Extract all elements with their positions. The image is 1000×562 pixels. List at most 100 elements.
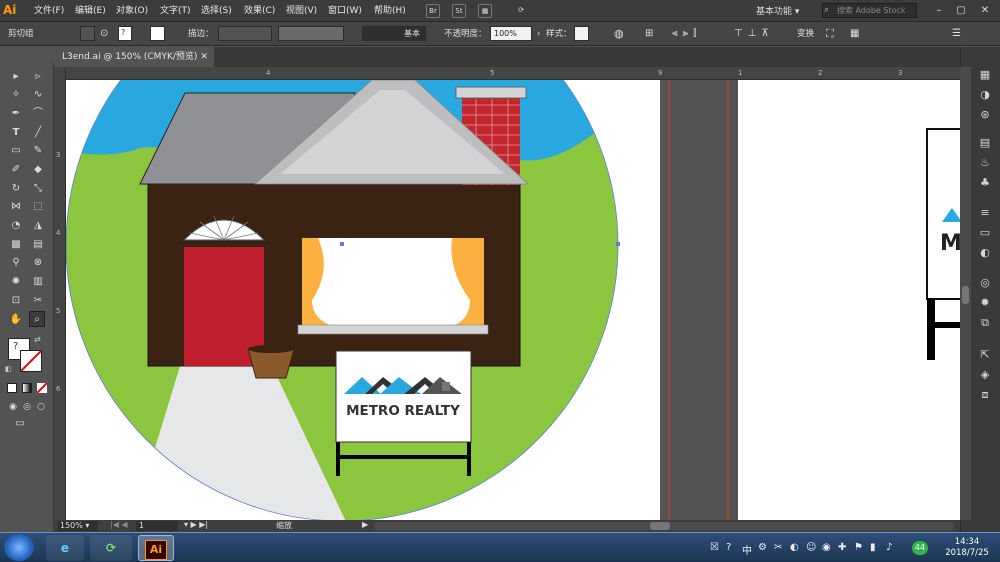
appearance-icon[interactable]: ⊛ — [976, 106, 994, 124]
horizontal-scroll-thumb[interactable] — [650, 522, 670, 530]
graphic-style-swatch[interactable] — [574, 26, 589, 41]
line-tool-icon[interactable]: ╱ — [30, 125, 46, 141]
menu-select[interactable]: 选择(S) — [201, 4, 232, 18]
tray-icon-security[interactable]: ☒ — [710, 542, 719, 553]
menu-object[interactable]: 对象(O) — [116, 4, 148, 18]
stock-search-input[interactable]: 搜索 Adobe Stock — [822, 3, 917, 18]
graphic-styles-icon[interactable]: ◎ — [976, 274, 994, 292]
blend-tool-icon[interactable]: ⊗ — [30, 255, 46, 271]
artboard-tool-icon[interactable]: ⊡ — [8, 293, 24, 309]
align-horizontal-icons[interactable]: ⫷⫸⫿ — [672, 27, 701, 41]
tray-icon-chat[interactable]: ☺ — [806, 542, 816, 553]
isolate-group-icon[interactable] — [80, 26, 95, 41]
align-vertical-icons[interactable]: ⊤⊥⊼ — [734, 27, 774, 41]
screen-mode-icon[interactable]: ▭ — [12, 416, 28, 432]
tray-icon-volume[interactable]: ♪ — [886, 542, 892, 553]
symbols-icon[interactable]: ♣ — [976, 174, 994, 192]
tray-icon-tools[interactable]: ✂ — [774, 542, 782, 553]
brushes-icon[interactable]: ♨ — [976, 154, 994, 172]
arrange-documents-icon[interactable]: ▦ — [478, 4, 492, 18]
gradient-mode-icon[interactable] — [22, 383, 32, 393]
paintbrush-tool-icon[interactable]: ✎ — [30, 143, 46, 159]
swatches-icon[interactable]: ▤ — [976, 134, 994, 152]
menu-type[interactable]: 文字(T) — [160, 4, 191, 18]
direct-selection-tool-icon[interactable]: ▹ — [30, 69, 46, 85]
width-tool-icon[interactable]: ⋈ — [8, 199, 24, 215]
tray-icon-green[interactable]: ◉ — [822, 542, 831, 553]
tray-icon-network[interactable]: ▮ — [870, 542, 876, 553]
export-icon[interactable]: ⇱ — [976, 346, 994, 364]
image-trace-icon[interactable]: ✹ — [976, 294, 994, 312]
pen-tool-icon[interactable]: ✒ — [8, 106, 24, 122]
transform-icon[interactable]: ⛶ — [826, 27, 834, 41]
swap-fill-stroke-icon[interactable]: ⇄ — [34, 335, 41, 344]
recolor-artwork-icon[interactable]: ◍ — [614, 27, 624, 41]
eraser-tool-icon[interactable]: ◆ — [30, 162, 46, 178]
lasso-tool-icon[interactable]: ∿ — [30, 87, 46, 103]
tray-icon-shield[interactable]: ✚ — [838, 542, 846, 553]
gradient-panel-icon[interactable]: ▭ — [976, 224, 994, 242]
close-button[interactable]: ✕ — [976, 3, 994, 18]
document-tab[interactable]: L3end.ai @ 150% (CMYK/预览) ✕ — [54, 47, 214, 67]
bridge-icon[interactable]: Br — [426, 4, 440, 18]
artboards-icon[interactable]: ⧉ — [976, 314, 994, 332]
color-mode-icon[interactable] — [7, 383, 17, 393]
column-graph-tool-icon[interactable]: ▥ — [30, 274, 46, 290]
tray-ime-label[interactable]: 中 — [742, 542, 752, 557]
tray-icon-flag[interactable]: ⚑ — [854, 542, 863, 553]
type-tool-icon[interactable]: T — [8, 125, 24, 141]
eyedropper-tool-icon[interactable]: ⚲ — [8, 255, 24, 271]
mesh-tool-icon[interactable]: ▩ — [8, 237, 24, 253]
hand-tool-icon[interactable]: ✋ — [8, 312, 24, 328]
isolate-icon[interactable]: ▦ — [850, 27, 859, 41]
color-guide-icon[interactable]: ◑ — [976, 86, 994, 104]
menu-effect[interactable]: 效果(C) — [244, 4, 275, 18]
selection-handle[interactable] — [340, 242, 344, 246]
tray-badge[interactable]: 44 — [912, 541, 928, 555]
slice-tool-icon[interactable]: ✂ — [30, 293, 46, 309]
selection-tool-icon[interactable]: ▸ — [8, 69, 24, 85]
minimize-button[interactable]: – — [930, 3, 948, 18]
transparency-icon[interactable]: ◐ — [976, 244, 994, 262]
stroke-weight-field[interactable] — [218, 26, 272, 41]
perspective-grid-tool-icon[interactable]: ◮ — [30, 218, 46, 234]
tray-icon-qq[interactable]: ◐ — [790, 542, 799, 553]
target-icon[interactable]: ⊙ — [100, 28, 108, 39]
illustrator-taskbar-button[interactable]: Ai — [138, 535, 174, 561]
stock-icon[interactable]: St — [452, 4, 466, 18]
scale-tool-icon[interactable]: ⤡ — [30, 181, 46, 197]
draw-inside-icon[interactable]: ○ — [33, 399, 49, 415]
asset-export-icon[interactable]: ⧈ — [976, 386, 994, 404]
status-menu-arrow[interactable]: ▶ — [362, 520, 368, 529]
curvature-tool-icon[interactable]: ⌒ — [30, 106, 46, 122]
tray-icon-help[interactable]: ? — [726, 542, 731, 553]
rotate-tool-icon[interactable]: ↻ — [8, 181, 24, 197]
vertical-scroll-thumb[interactable] — [962, 286, 969, 304]
shaper-tool-icon[interactable]: ✐ — [8, 162, 24, 178]
stroke-panel-icon[interactable]: ≡ — [976, 204, 994, 222]
zoom-tool-icon[interactable]: ⌕ — [29, 311, 45, 327]
gradient-tool-icon[interactable]: ▤ — [30, 237, 46, 253]
maximize-button[interactable]: ▢ — [952, 3, 970, 18]
zoom-level-field[interactable]: 150% ▾ — [58, 521, 98, 531]
shape-builder-tool-icon[interactable]: ◔ — [8, 218, 24, 234]
menu-window[interactable]: 窗口(W) — [328, 4, 362, 18]
artboard-number-field[interactable]: 1 — [136, 521, 178, 531]
variable-width-field[interactable] — [278, 26, 344, 41]
transform-label[interactable]: 变换 — [797, 27, 814, 41]
free-transform-tool-icon[interactable]: ⬚ — [30, 199, 46, 215]
start-button[interactable] — [4, 534, 34, 561]
opacity-arrow-icon[interactable]: › — [537, 27, 540, 41]
first-artboard-icon[interactable]: |◀ ◀ — [110, 520, 128, 529]
next-artboard-icon[interactable]: ▾ ▶ ▶| — [184, 520, 208, 529]
menu-edit[interactable]: 编辑(E) — [75, 4, 106, 18]
system-clock[interactable]: 14:34 2018/7/25 — [937, 537, 997, 559]
color-panel-icon[interactable]: ▦ — [976, 66, 994, 84]
magic-wand-tool-icon[interactable]: ✧ — [8, 87, 24, 103]
tray-icon-settings[interactable]: ⚙ — [758, 542, 767, 553]
rectangle-tool-icon[interactable]: ▭ — [8, 143, 24, 159]
menu-view[interactable]: 视图(V) — [286, 4, 317, 18]
app-taskbar-icon[interactable]: ⟳ — [90, 535, 132, 561]
selection-handle[interactable] — [616, 242, 620, 246]
close-tab-icon[interactable]: ✕ — [200, 47, 208, 67]
